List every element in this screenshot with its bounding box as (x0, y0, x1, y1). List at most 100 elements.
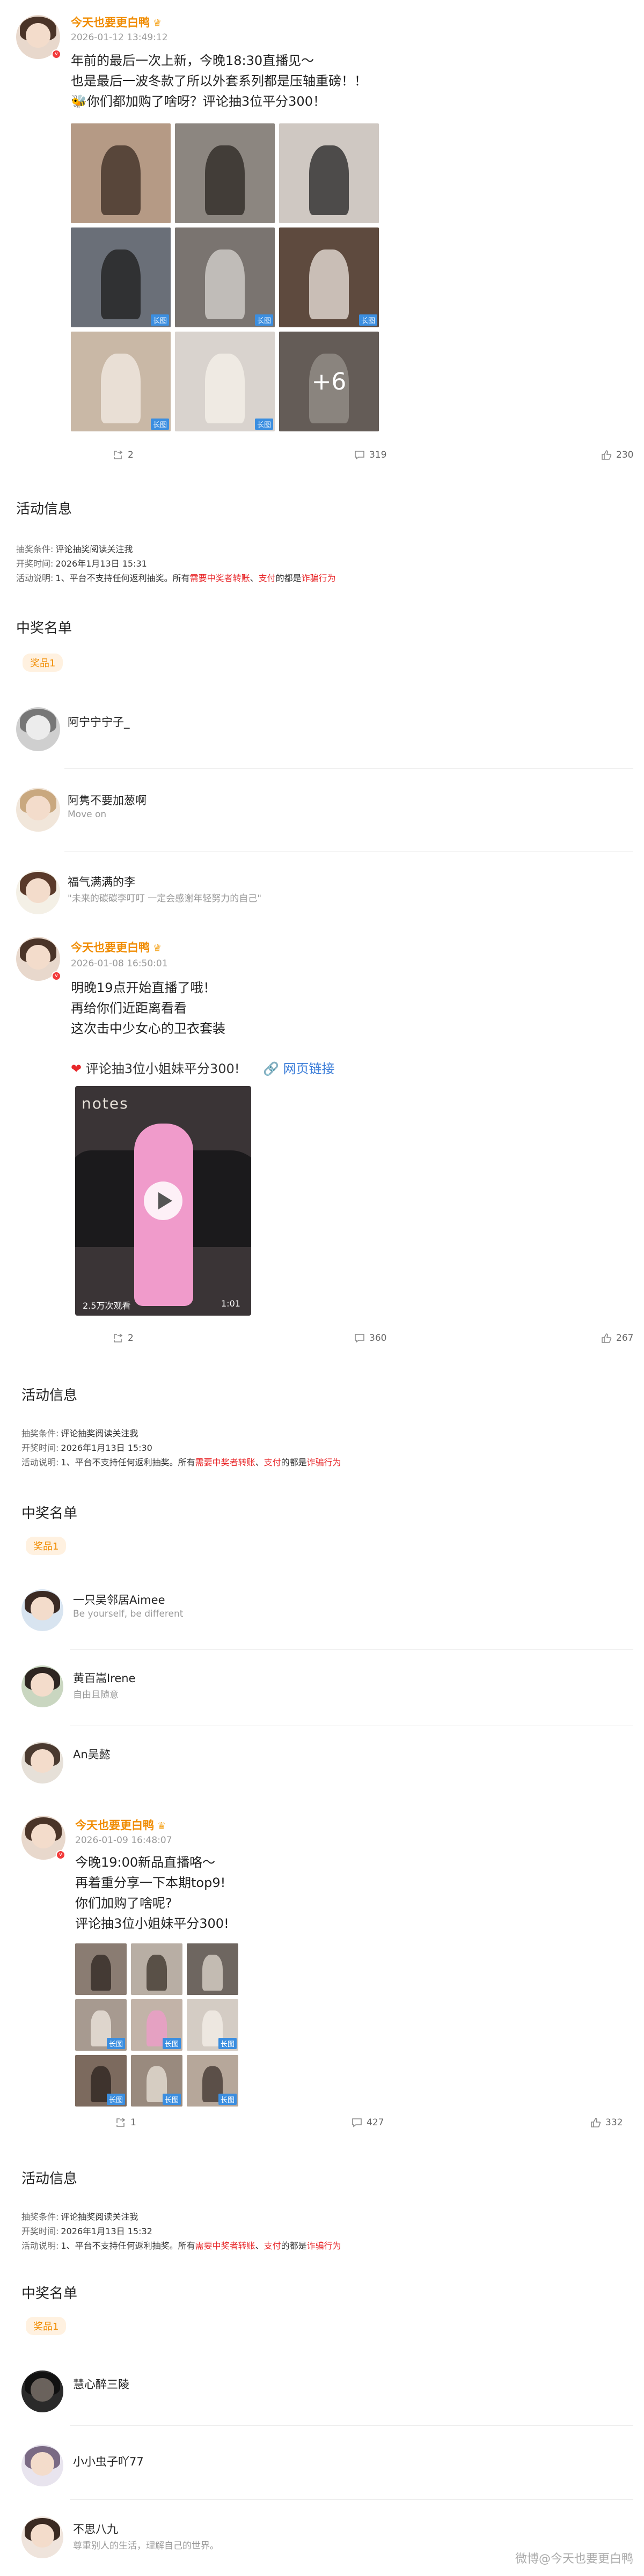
post-image[interactable]: 长图 (75, 2055, 127, 2107)
comment-icon (355, 1334, 364, 1343)
image-grid: 长图 长图 长图 长图 长图 +6 (71, 123, 379, 431)
comment-button[interactable]: 360 (354, 1333, 386, 1344)
repost-button[interactable]: 2 (113, 450, 134, 460)
verified-badge-icon: v (52, 971, 61, 981)
winner-bio: 尊重别人的生活，理解自己的世界。 (73, 2541, 219, 2551)
post-text: 今晚19:00新品直播咯～ 再着重分享一下本期top9! 你们加购了啥呢? 评论… (75, 1855, 229, 1931)
comment-icon (355, 451, 364, 460)
long-image-badge: 长图 (162, 2038, 181, 2049)
crown-icon: ♛ (153, 943, 162, 954)
post-time: 2026-01-09 16:48:07 (75, 1835, 172, 1846)
winner-name[interactable]: 慧心醉三陵 (73, 2376, 129, 2392)
like-button[interactable]: 267 (601, 1333, 633, 1344)
post-text: 年前的最后一次上新，今晚18:30直播见～ 也是最后一波冬款了所以外套系列都是压… (71, 53, 367, 109)
winner-name[interactable]: 黄百嵩Irene (73, 1670, 136, 1686)
post-image[interactable] (187, 1943, 238, 1995)
divider (64, 768, 633, 769)
like-button[interactable]: 332 (590, 2117, 623, 2128)
repost-button[interactable]: 2 (113, 1333, 134, 1344)
link-icon: 🔗 (263, 1061, 279, 1076)
action-bar: 2 319 230 (0, 450, 644, 466)
long-image-badge: 长图 (106, 2094, 125, 2105)
post-text: 明晚19点开始直播了哦！ 再给你们近距离看看 这次击中少女心的卫衣套装 (71, 980, 225, 1036)
winner-avatar[interactable] (21, 2370, 63, 2412)
winner-name[interactable]: 一只吴邻居Aimee (73, 1591, 165, 1608)
lottery-line: ❤ 评论抽3位小姐妹平分300! (71, 1061, 240, 1076)
winner-avatar[interactable] (21, 1589, 63, 1631)
long-image-badge: 长图 (150, 419, 169, 430)
post-image[interactable]: 长图 (279, 227, 379, 327)
draw-time: 开奖时间: 2026年1月13日 15:30 (21, 1443, 152, 1453)
post-author[interactable]: 今天也要更白鸭 ♛ (71, 14, 162, 30)
long-image-badge: 长图 (162, 2094, 181, 2105)
winner-name[interactable]: 阿宁宁宁子_ (68, 714, 130, 730)
winners-title: 中奖名单 (21, 1506, 78, 1522)
post-image[interactable] (71, 123, 171, 223)
post-image[interactable]: 长图 (187, 1999, 238, 2051)
repost-button[interactable]: 1 (115, 2117, 136, 2128)
winner-name[interactable]: 福气满满的李 (68, 874, 135, 890)
winner-name[interactable]: 小小虫子吖77 (73, 2453, 144, 2469)
winner-bio: 自由且随意 (73, 1690, 119, 1700)
winner-avatar[interactable] (16, 870, 60, 914)
winner-name[interactable]: 阿隽不要加葱啊 (68, 792, 147, 808)
like-button[interactable]: 230 (601, 450, 633, 460)
winner-avatar[interactable] (16, 707, 60, 751)
post-time: 2026-01-08 16:50:01 (71, 958, 168, 969)
post-image[interactable]: 长图 (175, 332, 275, 431)
action-bar: 1 427 332 (0, 2117, 644, 2133)
comment-button[interactable]: 427 (352, 2117, 384, 2128)
post-image[interactable]: 长图 (71, 227, 171, 327)
post-image[interactable]: +6 (279, 332, 379, 431)
winner-name[interactable]: 不思八九 (73, 2521, 118, 2537)
comment-icon (352, 2118, 362, 2127)
more-images-count: +6 (279, 332, 379, 431)
post-image[interactable] (279, 123, 379, 223)
long-image-badge: 长图 (218, 2038, 237, 2049)
winners-title: 中奖名单 (16, 620, 72, 636)
post-image[interactable]: 长图 (75, 1999, 127, 2051)
post-author[interactable]: 今天也要更白鸭 ♛ (71, 939, 162, 955)
verified-badge-icon: v (56, 1850, 65, 1860)
thumbs-up-icon (602, 450, 612, 460)
winner-name[interactable]: An吴懿 (73, 1746, 111, 1762)
thumbs-up-icon (591, 2118, 601, 2127)
post-image[interactable]: 长图 (131, 1999, 182, 2051)
weibo-watermark: 微博@今天也要更白鸭 (515, 2552, 633, 2566)
winner-avatar[interactable] (21, 2516, 63, 2558)
post-author[interactable]: 今天也要更白鸭 ♛ (75, 1817, 166, 1833)
activity-note: 活动说明: 1、平台不支持任何返利抽奖。所有需要中奖者转账、支付的都是诈骗行为 (21, 2241, 341, 2251)
winners-title: 中奖名单 (21, 2286, 78, 2302)
divider (64, 851, 633, 852)
divider (70, 1649, 633, 1650)
play-icon[interactable] (144, 1181, 182, 1220)
post-image[interactable]: 长图 (187, 2055, 238, 2107)
winner-avatar[interactable] (21, 1665, 63, 1707)
verified-badge-icon: v (52, 49, 61, 59)
video-duration: 1:01 (221, 1298, 240, 1309)
repost-icon (114, 1333, 123, 1342)
post-image[interactable] (175, 123, 275, 223)
video-player[interactable]: notes 2.5万次观看 1:01 (75, 1086, 251, 1316)
repost-icon (116, 2118, 126, 2127)
post-image[interactable]: 长图 (175, 227, 275, 327)
red-envelope-icon: ❤ (71, 1061, 82, 1076)
comment-button[interactable]: 319 (354, 450, 386, 460)
winner-avatar[interactable] (16, 788, 60, 832)
video-views: 2.5万次观看 (83, 1301, 131, 1311)
post-image[interactable] (131, 1943, 182, 1995)
draw-time: 开奖时间: 2026年1月13日 15:32 (21, 2226, 152, 2236)
activity-title: 活动信息 (16, 501, 72, 517)
winner-avatar[interactable] (21, 2445, 63, 2486)
winner-avatar[interactable] (21, 1742, 63, 1784)
activity-note: 活动说明: 1、平台不支持任何返利抽奖。所有需要中奖者转账、支付的都是诈骗行为 (21, 1457, 341, 1467)
divider (70, 2425, 633, 2426)
post-image[interactable]: 长图 (71, 332, 171, 431)
web-link[interactable]: 🔗 网页链接 (263, 1058, 335, 1077)
post-image[interactable]: 长图 (131, 2055, 182, 2107)
lottery-condition: 抽奖条件: 评论抽奖阅读关注我 (21, 1428, 138, 1439)
image-grid: 长图 长图 长图 长图 长图 长图 (75, 1943, 238, 2107)
activity-title: 活动信息 (21, 2171, 78, 2187)
post-image[interactable] (75, 1943, 127, 1995)
lottery-condition: 抽奖条件: 评论抽奖阅读关注我 (21, 2212, 138, 2222)
